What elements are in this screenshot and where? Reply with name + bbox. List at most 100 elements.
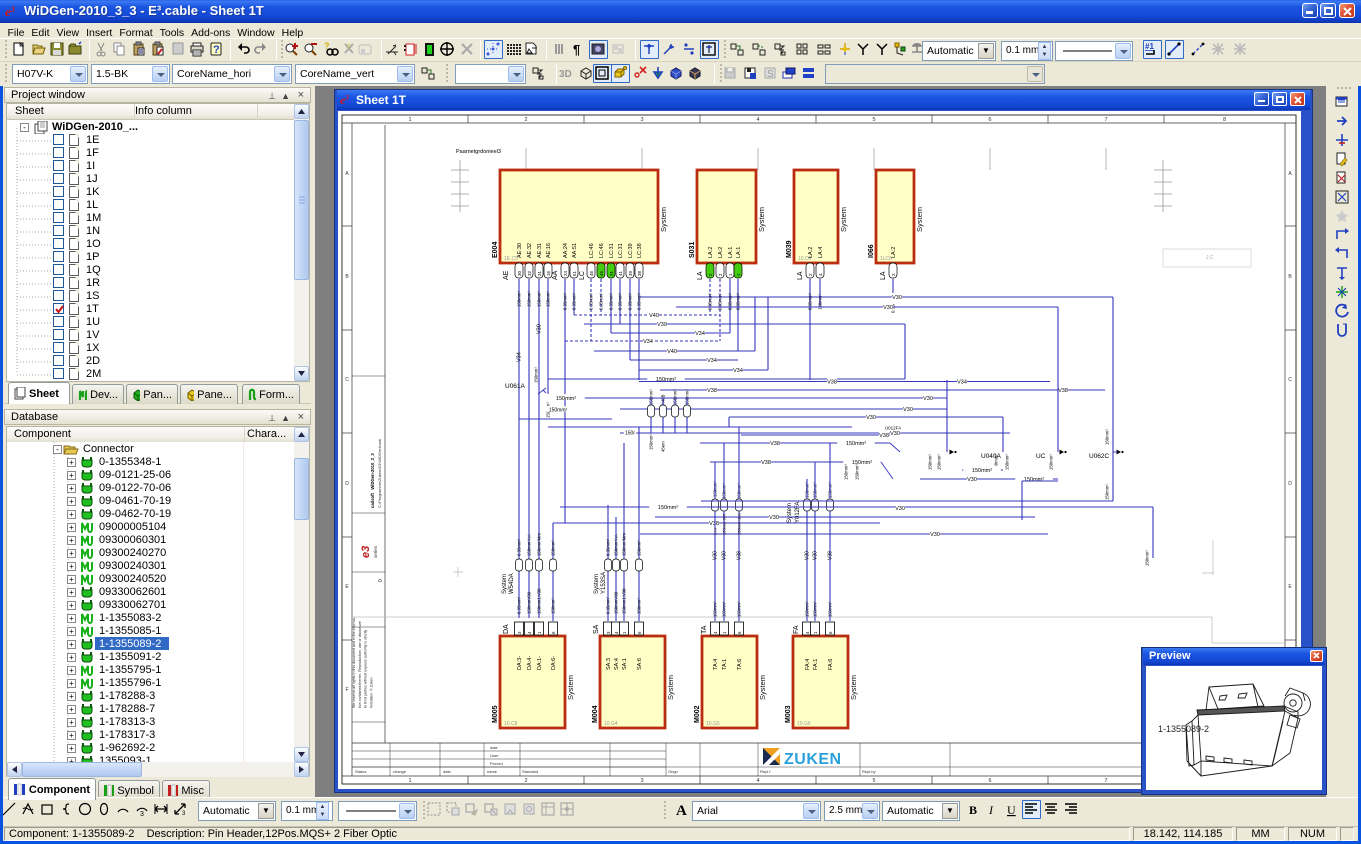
svg-text:1E.C5: 1E.C5 (504, 256, 518, 262)
svg-text:150mm²: 150mm² (637, 598, 642, 614)
svg-text:V30: V30 (805, 551, 811, 560)
svg-text:150mm²: 150mm² (658, 505, 678, 511)
svg-text:4: 4 (756, 117, 759, 123)
svg-text:W54DA: W54DA (509, 573, 515, 594)
svg-text:¶: ¶ (573, 42, 580, 57)
svg-text:V40: V40 (667, 349, 677, 355)
svg-text:5: 5 (872, 117, 875, 123)
svg-text:150mm²: 150mm² (1005, 454, 1010, 470)
svg-text:I: I (988, 803, 994, 817)
svg-text:C: C (1288, 377, 1292, 383)
svg-text:FA:1: FA:1 (813, 659, 819, 670)
svg-text:FA:6: FA:6 (828, 659, 834, 670)
svg-text:V34: V34 (707, 358, 717, 364)
svg-text:38: 38 (637, 270, 642, 276)
svg-text:150mm²: 150mm² (549, 408, 568, 414)
svg-text:V30: V30 (813, 551, 819, 560)
svg-text:5: 5 (872, 778, 875, 784)
svg-text:2: 2 (524, 778, 527, 784)
svg-text:M004: M004 (592, 705, 599, 723)
svg-text:V39: V39 (657, 322, 667, 328)
svg-text:AA:51: AA:51 (572, 243, 578, 258)
svg-text:V30: V30 (890, 431, 900, 437)
svg-text:0: 0 (378, 579, 384, 582)
svg-text:LC:39: LC:39 (628, 243, 634, 258)
svg-text:2: 2 (524, 117, 527, 123)
svg-text:I066: I066 (868, 244, 875, 258)
svg-text:0.35mm²: 0.35mm² (599, 292, 604, 310)
svg-text:0.35mm²: 0.35mm² (606, 596, 611, 614)
svg-text:24: 24 (563, 270, 568, 276)
svg-text:Y012FA: Y012FA (795, 502, 801, 523)
svg-text:150mm²: 150mm² (537, 291, 542, 307)
svg-text:Proved: Proved (490, 761, 503, 766)
svg-text:V30: V30 (883, 305, 893, 311)
svg-text:AE:30: AE:30 (517, 243, 523, 258)
svg-text:U040A: U040A (981, 453, 1002, 460)
svg-text:V38: V38 (827, 379, 837, 385)
svg-text:to third parties without expre: to third parties without express authori… (364, 630, 368, 708)
svg-text:150mm²: 150mm² (828, 601, 833, 617)
svg-text:16: 16 (546, 270, 551, 276)
svg-text:V38: V38 (828, 551, 834, 560)
svg-text:System: System (502, 574, 508, 594)
svg-text:LA:1: LA:1 (736, 247, 742, 258)
svg-text:V30: V30 (895, 506, 905, 512)
svg-text:System: System (659, 207, 668, 232)
svg-text:150mm dem: 150mm dem (737, 512, 742, 535)
svg-text:LA:4: LA:4 (818, 247, 824, 258)
svg-text:3: 3 (140, 811, 144, 818)
svg-text:150mm²: 150mm² (1049, 454, 1054, 470)
svg-text:U012FA: U012FA (885, 425, 901, 430)
svg-text:0.35mm²: 0.35mm² (609, 292, 614, 310)
svg-text:150mm²: 150mm² (846, 441, 866, 447)
svg-text:V34: V34 (643, 339, 653, 345)
svg-text:150mm1:V30: 150mm1:V30 (622, 588, 627, 614)
svg-text:SA:3: SA:3 (606, 658, 612, 670)
svg-text:LA:2: LA:2 (891, 247, 897, 258)
svg-text:forbidden. © Zuken: forbidden. © Zuken (369, 677, 373, 708)
svg-text:System: System (849, 675, 858, 700)
svg-text:M003: M003 (785, 705, 792, 723)
svg-text:0.35mm²: 0.35mm² (563, 292, 568, 310)
svg-text:150mm²: 150mm² (722, 601, 727, 617)
svg-text:User: User (490, 753, 499, 758)
svg-text:e3: e3 (5, 4, 15, 19)
svg-text:System: System (787, 503, 793, 523)
svg-text:TA:4: TA:4 (713, 659, 719, 670)
svg-text:AE:31: AE:31 (537, 243, 543, 258)
svg-text:UC: UC (1036, 453, 1046, 460)
svg-text:150mm1:V30: 150mm1:V30 (537, 588, 542, 614)
svg-text:Repl.f: Repl.f (760, 769, 771, 774)
svg-text:150mm²: 150mm² (844, 464, 849, 480)
svg-text:#1: #1 (1145, 42, 1154, 51)
svg-text:1 m: 1 m (713, 528, 718, 535)
svg-text:150mm²: 150mm² (1145, 550, 1150, 566)
svg-text:Repl.by: Repl.by (862, 769, 876, 774)
svg-text:46: 46 (589, 270, 594, 276)
svg-text:150mm²: 150mm² (1105, 484, 1110, 500)
svg-text:150mm²Mm: 150mm²Mm (622, 533, 627, 556)
svg-text:V34: V34 (695, 331, 705, 337)
svg-text:LA: LA (797, 271, 804, 280)
svg-text:V30: V30 (769, 515, 779, 521)
svg-text:LC:46: LC:46 (599, 243, 605, 258)
svg-text:V38: V38 (1058, 388, 1068, 394)
svg-text:V34: V34 (733, 368, 743, 374)
svg-text:3: 3 (640, 778, 643, 784)
svg-text:150mm²: 150mm² (928, 454, 933, 470)
svg-text:date: date (443, 769, 452, 774)
svg-text:150mm²: 150mm² (813, 601, 818, 617)
svg-text:Y153SA: Y153SA (601, 572, 607, 594)
svg-text:LC:31: LC:31 (618, 243, 624, 258)
svg-text:150mmV30: 150mmV30 (614, 591, 619, 614)
svg-text:date: date (490, 745, 499, 750)
svg-text:41: 41 (618, 270, 623, 276)
svg-text:1: 1 (408, 117, 411, 123)
svg-text:SA:6: SA:6 (637, 658, 643, 670)
svg-text:V38: V38 (709, 521, 719, 527)
svg-text:V30: V30 (537, 324, 543, 334)
svg-text:0.35mm²: 0.35mm² (628, 292, 633, 310)
svg-text:150mm²: 150mm² (546, 291, 551, 307)
svg-text:7: 7 (1104, 778, 1107, 784)
